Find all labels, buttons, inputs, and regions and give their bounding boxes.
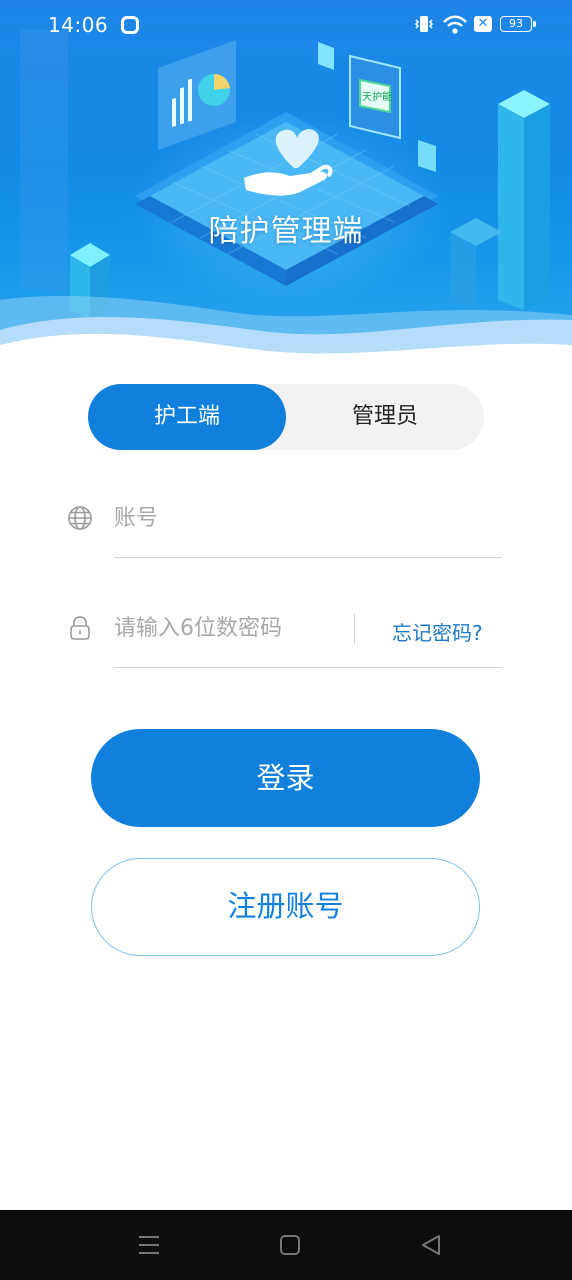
- app-icon: [121, 16, 139, 34]
- password-field: 忘记密码?: [66, 598, 502, 668]
- system-nav-bar: [0, 1210, 572, 1280]
- badge-text: 天护能: [362, 90, 392, 103]
- account-input[interactable]: [114, 498, 494, 538]
- forgot-password-link[interactable]: 忘记密码?: [392, 617, 483, 646]
- password-input[interactable]: [114, 608, 344, 648]
- status-time: 14:06: [48, 13, 109, 37]
- vibrate-icon: [414, 16, 434, 32]
- wifi-icon: [443, 15, 467, 34]
- globe-icon: [68, 506, 92, 530]
- back-icon[interactable]: [419, 1232, 443, 1258]
- menu-icon[interactable]: [137, 1232, 161, 1258]
- account-underline: [114, 557, 502, 558]
- password-underline: [114, 667, 502, 668]
- status-bar: 14:06 ✕ 93: [0, 0, 572, 52]
- tab-admin[interactable]: 管理员: [286, 384, 484, 450]
- forgot-divider: [354, 614, 355, 644]
- app-title: 陪护管理端: [208, 214, 364, 249]
- account-field: [66, 488, 502, 558]
- register-button[interactable]: 注册账号: [91, 858, 480, 956]
- tab-nurse[interactable]: 护工端: [88, 384, 286, 450]
- login-button[interactable]: 登录: [91, 729, 480, 827]
- home-icon[interactable]: [278, 1232, 302, 1258]
- header-illustration: 天护能: [0, 30, 572, 370]
- header-banner: 天护能 陪护管理端 14:06 ✕ 93: [0, 0, 572, 370]
- role-toggle: 护工端 管理员: [88, 384, 484, 450]
- chart-panel-icon: [158, 40, 236, 150]
- right-cube-icon: [498, 90, 550, 310]
- battery-icon: 93: [500, 16, 536, 32]
- lock-icon: [70, 616, 90, 640]
- no-sim-icon: ✕: [474, 16, 492, 32]
